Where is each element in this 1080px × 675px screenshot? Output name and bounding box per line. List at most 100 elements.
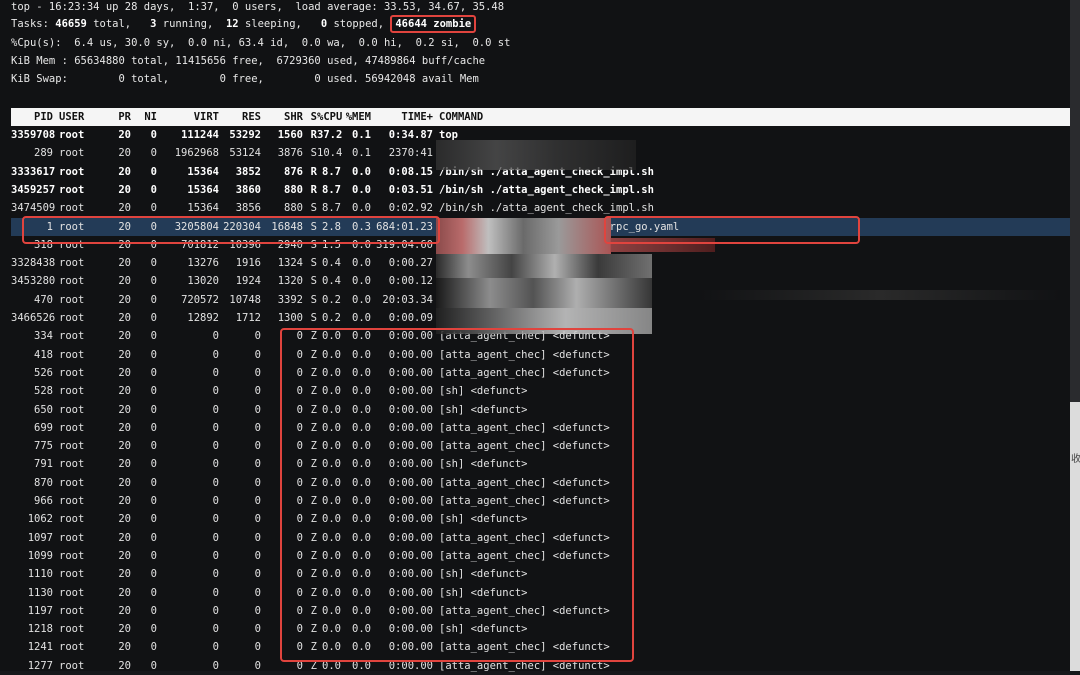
cell-ni: 0	[150, 641, 157, 654]
table-row[interactable]: 1130 root 20 0 0 0 0 Z 0.0 0.0 0:00.00 [sh] <defunc…	[11, 584, 1070, 602]
zombie-count-annotation: 46644 zombie	[390, 15, 477, 33]
table-row[interactable]: 3474509 root 20 0 15364 3856 880 S 8.7 0.0 0:02.92…	[11, 199, 1070, 217]
cell-ni: 0	[150, 366, 157, 379]
table-row[interactable]: 1241 root 20 0 0 0 0 Z 0.0 0.0 0:00.00 [atta_agent_…	[11, 638, 1070, 656]
table-row[interactable]: 526 root 20 0 0 0 0 Z 0.0 0.0 0:00.00 [atta_agent_c…	[11, 364, 1070, 382]
table-row[interactable]: 1099 root 20 0 0 0 0 Z 0.0 0.0 0:00.00 [atta_agent_…	[11, 547, 1070, 565]
cell-cpu: 8.7	[322, 165, 341, 178]
header-state[interactable]: S	[307, 108, 317, 126]
table-row[interactable]: 1218 root 20 0 0 0 0 Z 0.0 0.0 0:00.00 [sh] <defunc…	[11, 620, 1070, 638]
table-row[interactable]: 334 root 20 0 0 0 0 Z 0.0 0.0 0:00.00 [atta_agent_c…	[11, 327, 1070, 345]
cell-ni: 0	[150, 312, 157, 324]
header-cpu[interactable]: %CPU	[317, 108, 342, 126]
cell-res: 3856	[235, 202, 261, 215]
table-row[interactable]: 1277 root 20 0 0 0 0 Z 0.0 0.0 0:00.00 [atta_agent_…	[11, 657, 1070, 675]
cell-s: Z	[310, 403, 317, 416]
cell-command: [atta_agent_chec] <defunct>	[439, 531, 610, 544]
cell-command: /bin/sh ./atta_agent_check_impl.sh	[439, 165, 654, 178]
header-time[interactable]: TIME+	[375, 108, 433, 126]
cell-command: [atta_agent_chec] <defunct>	[439, 641, 610, 654]
cell-time: 0:00.00	[388, 440, 433, 453]
cell-mem: 0.3	[352, 220, 371, 233]
table-row-selected[interactable]: 1 root 20 0 3205804 220304 16848 S 2.8 0.3 684:01.…	[11, 217, 1070, 236]
cell-user: root	[59, 165, 85, 178]
cell-command: [atta_agent_chec] <defunct>	[439, 549, 610, 562]
cell-command: /bin/sh ./atta_agent_check_impl.sh	[439, 183, 654, 196]
cell-time: 0:00.00	[388, 385, 433, 398]
table-row[interactable]: 528 root 20 0 0 0 0 Z 0.0 0.0 0:00.00 [sh] <defunct…	[11, 382, 1070, 400]
cell-cpu: 10.4	[317, 147, 343, 160]
table-row[interactable]: 3459257 root 20 0 15364 3860 880 R 8.7 0.0 0:03.51…	[11, 181, 1070, 199]
cell-pr: 20	[118, 220, 131, 233]
header-pr[interactable]: PR	[107, 108, 131, 126]
cell-cpu: 0.0	[322, 330, 341, 343]
table-row[interactable]: 966 root 20 0 0 0 0 Z 0.0 0.0 0:00.00 [atta_agent_c…	[11, 492, 1070, 510]
table-row[interactable]: 3453280 root 20 0 13020 1924 1320 S 0.4 0.0 0:00.1…	[11, 272, 1070, 290]
header-res[interactable]: RES	[223, 108, 261, 126]
uptime-line: top - 16:23:34 up 28 days, 1:37, 0 users…	[11, 1, 505, 13]
cell-ni: 0	[150, 220, 157, 233]
cell-pr: 20	[118, 659, 131, 672]
table-row[interactable]: 1197 root 20 0 0 0 0 Z 0.0 0.0 0:00.00 [atta_agent_…	[11, 602, 1070, 620]
table-row[interactable]: 1110 root 20 0 0 0 0 Z 0.0 0.0 0:00.00 [sh] <defunc…	[11, 565, 1070, 583]
cell-pr: 20	[118, 495, 131, 507]
cell-time: 0:00.00	[388, 659, 433, 672]
cell-command: [atta_agent_chec] <defunct>	[439, 495, 610, 507]
cell-mem: 0.0	[352, 623, 371, 636]
cell-virt: 0	[212, 440, 219, 453]
cell-s: Z	[310, 440, 317, 453]
cell-s: S	[310, 275, 317, 288]
header-shr[interactable]: SHR	[265, 108, 303, 126]
cell-user: root	[59, 641, 85, 654]
cell-pid: 318	[34, 238, 53, 251]
table-row[interactable]: 3328438 root 20 0 13276 1916 1324 S 0.4 0.0 0:00.2…	[11, 254, 1070, 272]
cell-user: root	[59, 623, 85, 636]
cell-shr: 0	[296, 385, 303, 398]
swap-line: KiB Swap: 0 total, 0 free, 0 used. 56942…	[11, 73, 479, 85]
table-row[interactable]: 1097 root 20 0 0 0 0 Z 0.0 0.0 0:00.00 [atta_agent_…	[11, 529, 1070, 547]
cell-pid: 966	[34, 495, 53, 507]
table-row[interactable]: 1062 root 20 0 0 0 0 Z 0.0 0.0 0:00.00 [sh] <defunc…	[11, 510, 1070, 528]
cell-cpu: 0.0	[322, 586, 341, 599]
header-virt[interactable]: VIRT	[161, 108, 219, 126]
table-row[interactable]: 699 root 20 0 0 0 0 Z 0.0 0.0 0:00.00 [atta_agent_c…	[11, 419, 1070, 437]
table-row[interactable]: 650 root 20 0 0 0 0 Z 0.0 0.0 0:00.00 [sh] <defunct…	[11, 401, 1070, 419]
cell-res: 53292	[229, 129, 261, 141]
table-row[interactable]: 289 root 20 0 1962968 53124 3876 S 10.4 0.1 2370:4…	[11, 144, 1070, 162]
cell-time: 0:00.00	[388, 421, 433, 434]
tasks-text-4: stopped,	[327, 18, 391, 30]
cell-mem: 0.0	[352, 330, 371, 343]
header-user[interactable]: USER	[59, 108, 103, 126]
cell-res: 0	[254, 641, 261, 654]
table-row[interactable]: 791 root 20 0 0 0 0 Z 0.0 0.0 0:00.00 [sh] <defunct…	[11, 455, 1070, 473]
table-row[interactable]: 775 root 20 0 0 0 0 Z 0.0 0.0 0:00.00 [atta_agent_c…	[11, 437, 1070, 455]
table-row[interactable]: 470 root 20 0 720572 10748 3392 S 0.2 0.0 20:03.34	[11, 291, 1070, 309]
cell-mem: 0.0	[352, 275, 371, 288]
table-row[interactable]: 870 root 20 0 0 0 0 Z 0.0 0.0 0:00.00 [atta_agent_c…	[11, 474, 1070, 492]
cell-shr: 0	[296, 586, 303, 599]
cell-s: Z	[310, 604, 317, 617]
cell-mem: 0.0	[352, 476, 371, 489]
table-row[interactable]: 3359708 root 20 0 111244 53292 1560 R 37.2 0.1 0:3…	[11, 126, 1070, 144]
header-mem[interactable]: %MEM	[345, 108, 371, 126]
cell-command: [sh] <defunct>	[439, 568, 528, 581]
header-ni[interactable]: NI	[135, 108, 157, 126]
cell-time: 0:02.92	[388, 202, 433, 215]
cell-pid: 870	[34, 476, 53, 489]
table-row[interactable]: 3333617 root 20 0 15364 3852 876 R 8.7 0.0 0:08.15…	[11, 163, 1070, 181]
cell-ni: 0	[150, 659, 157, 672]
cell-user: root	[59, 202, 85, 215]
cell-pid: 1099	[27, 549, 53, 562]
cell-shr: 0	[296, 641, 303, 654]
cell-time: 0:00.00	[388, 458, 433, 471]
table-row[interactable]: 418 root 20 0 0 0 0 Z 0.0 0.0 0:00.00 [atta_agent_c…	[11, 346, 1070, 364]
header-pid[interactable]: PID	[11, 108, 53, 126]
cell-command: [atta_agent_chec] <defunct>	[439, 366, 610, 379]
cell-res: 10396	[229, 238, 261, 251]
table-row[interactable]: 318 root 20 0 701812 10396 2940 S 1.5 0.0 319:04.6…	[11, 236, 1070, 254]
cell-shr: 0	[296, 495, 303, 507]
cell-command: [sh] <defunct>	[439, 513, 528, 526]
header-command[interactable]: COMMAND	[439, 108, 869, 126]
cell-shr: 1324	[277, 257, 303, 270]
table-row[interactable]: 3466526 root 20 0 12892 1712 1300 S 0.2 0.0 0:00.0…	[11, 309, 1070, 327]
